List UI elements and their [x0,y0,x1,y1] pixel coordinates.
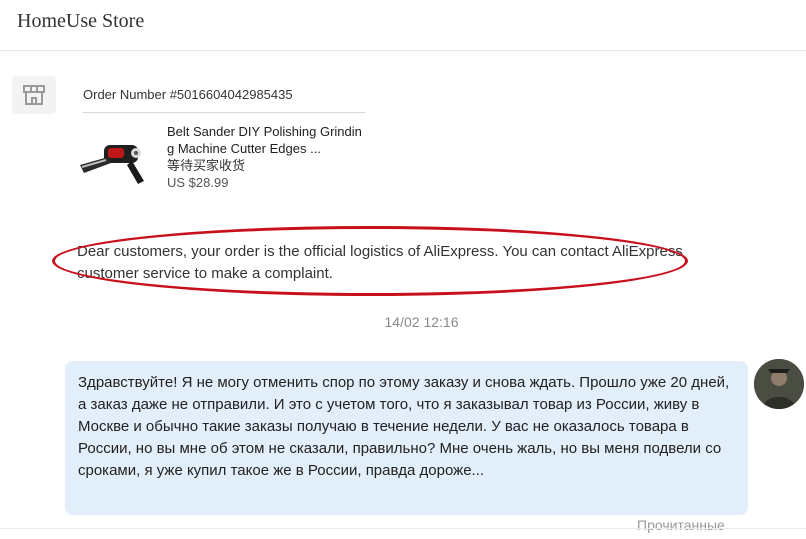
user-avatar-image [754,359,804,409]
chat-header: HomeUse Store [0,0,806,51]
seller-message: Dear customers, your order is the offici… [77,243,683,282]
belt-sander-image[interactable] [78,131,152,187]
product-title[interactable]: Belt Sander DIY Polishing Grinding Machi… [167,123,367,157]
order-product[interactable]: Belt Sander DIY Polishing Grinding Machi… [80,123,367,203]
order-number[interactable]: Order Number #5016604042985435 [83,84,365,113]
product-price: US $28.99 [167,175,229,190]
avatar[interactable] [754,359,804,409]
order-card[interactable]: Order Number #5016604042985435 Belt Sand… [80,84,367,203]
buyer-message-bubble: Здравствуйте! Я не могу отменить спор по… [65,361,748,515]
store-avatar[interactable] [12,76,56,114]
message-timestamp: 14/02 12:16 [384,314,459,330]
read-status: Прочитанные [637,517,725,533]
product-info: Belt Sander DIY Polishing Grinding Machi… [167,123,367,191]
divider [0,528,806,529]
store-icon [23,85,45,105]
store-name[interactable]: HomeUse Store [17,10,144,33]
order-status: 等待买家收货 [167,158,246,173]
